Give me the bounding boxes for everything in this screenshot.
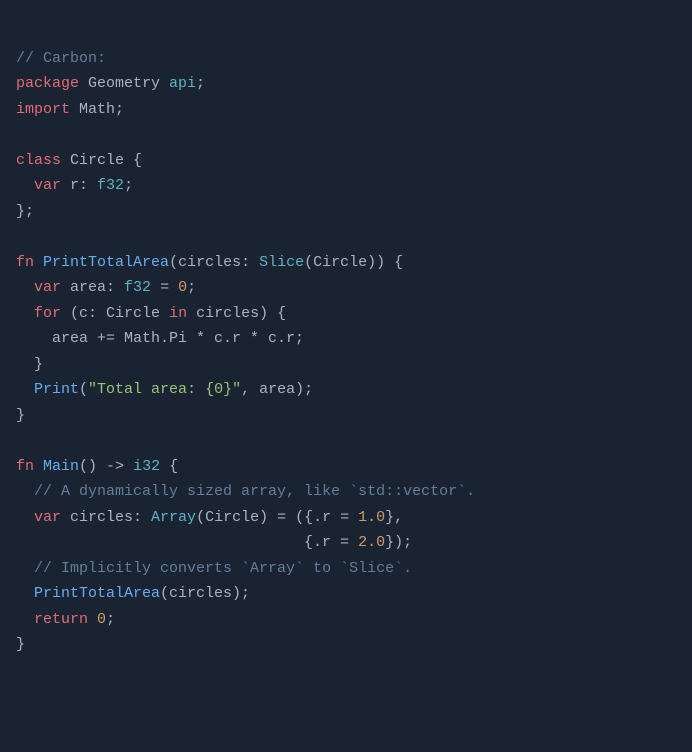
line-3: import Math; [16, 101, 124, 118]
line-22: PrintTotalArea(circles); [16, 585, 250, 602]
line-12: area += Math.Pi * c.r * c.r; [16, 330, 304, 347]
line-23: return 0; [16, 611, 115, 628]
line-20: {.r = 2.0}); [16, 534, 412, 551]
line-13: } [16, 356, 43, 373]
line-21: // Implicitly converts `Array` to `Slice… [16, 560, 412, 577]
line-5: class Circle { [16, 152, 142, 169]
line-18: // A dynamically sized array, like `std:… [16, 483, 475, 500]
code-content: // Carbon: package Geometry api; import … [16, 20, 676, 658]
line-11: for (c: Circle in circles) { [16, 305, 286, 322]
line-10: var area: f32 = 0; [16, 279, 196, 296]
line-2: package Geometry api; [16, 75, 205, 92]
line-6: var r: f32; [16, 177, 133, 194]
line-15: } [16, 407, 25, 424]
line-14: Print("Total area: {0}", area); [16, 381, 313, 398]
line-17: fn Main() -> i32 { [16, 458, 178, 475]
code-editor: // Carbon: package Geometry api; import … [0, 0, 692, 752]
line-9: fn PrintTotalArea(circles: Slice(Circle)… [16, 254, 403, 271]
line-7: }; [16, 203, 34, 220]
line-19: var circles: Array(Circle) = ({.r = 1.0}… [16, 509, 403, 526]
line-24: } [16, 636, 25, 653]
line-1: // Carbon: [16, 50, 106, 67]
